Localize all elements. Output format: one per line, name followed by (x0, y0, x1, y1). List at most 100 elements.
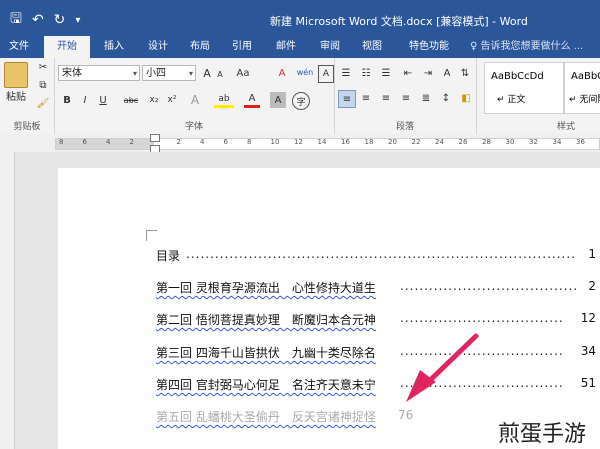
copy-icon[interactable]: ⧉ (36, 78, 50, 92)
ruler-number: 18 (364, 138, 374, 146)
ruler-number: 4 (106, 138, 111, 146)
styles-label: 样式 (556, 122, 575, 132)
tab-features[interactable]: 特色功能 (398, 36, 460, 58)
tab-mailings[interactable]: 邮件 (266, 36, 306, 58)
toc-entry-text: 第二回 悟彻菩提真妙理 断魔归本合元神 (156, 313, 376, 327)
subscript-button[interactable]: x₂ (146, 92, 162, 108)
toc-entry[interactable]: 第四回 官封弼马心何足 名注齐天意未宁 (156, 376, 376, 393)
vertical-ruler[interactable] (0, 152, 15, 449)
tab-design[interactable]: 设计 (138, 36, 178, 58)
toc-page-number: 2 (588, 279, 596, 293)
paste-button[interactable]: 粘贴 (2, 88, 30, 103)
increase-indent-icon[interactable]: ⇥ (420, 66, 436, 80)
annotation-arrow (406, 333, 479, 402)
ruler-number: 22 (411, 138, 421, 146)
tab-home[interactable]: 开始 (44, 36, 90, 58)
chinese-layout-icon[interactable]: A (440, 66, 454, 80)
toc-page-number: 1 (588, 247, 596, 261)
superscript-button[interactable]: x² (164, 92, 180, 108)
quick-access-toolbar: 🖫 ↶ ↻ ▾ (0, 8, 80, 32)
align-right-icon[interactable]: ≡ (378, 90, 394, 106)
styles-group: AaBbCcDd ↵ 正文 AaBbCcDd ↵ 无间隔 样式 (476, 58, 600, 134)
tab-review[interactable]: 审阅 (310, 36, 350, 58)
paragraph-label: 段落 (395, 122, 414, 132)
ruler-number: 10 (270, 138, 280, 146)
ruler-number: 30 (505, 138, 515, 146)
ruler-number: 32 (529, 138, 538, 146)
toc-entry-text: 第四回 官封弼马心何足 名注齐天意未宁 (156, 378, 376, 392)
tab-file[interactable]: 文件 (0, 36, 38, 58)
horizontal-ruler[interactable]: 86422468101214161820222426283032343638 (0, 134, 600, 153)
font-size-combo[interactable]: 小四 ▾ (142, 65, 196, 81)
font-name-value: 宋体 (62, 68, 82, 79)
font-color-button[interactable]: A (244, 92, 260, 108)
ruler-number: 36 (576, 138, 585, 146)
underline-button[interactable]: U (96, 92, 110, 108)
highlight-button[interactable]: ab (214, 92, 234, 108)
char-border-button[interactable]: A (318, 65, 334, 83)
shading-icon[interactable]: ◧ (458, 90, 474, 106)
tell-me-search[interactable]: ♀ 告诉我您想要做什么 ... (470, 36, 583, 58)
ruler-number: 8 (59, 138, 64, 146)
first-line-indent-marker[interactable] (150, 134, 160, 142)
paste-icon[interactable] (4, 62, 28, 88)
justify-icon[interactable]: ≡ (398, 90, 414, 106)
sort-icon[interactable]: ⇅ (458, 66, 472, 80)
tab-layout[interactable]: 布局 (180, 36, 220, 58)
toc-heading[interactable]: 目录 (156, 247, 180, 264)
style-normal[interactable]: AaBbCcDd ↵ 正文 (484, 62, 564, 114)
cut-icon[interactable]: ✂ (36, 60, 50, 74)
save-icon[interactable]: 🖫 (10, 8, 22, 32)
distribute-icon[interactable]: ≣ (418, 90, 434, 106)
undo-icon[interactable]: ↶ (32, 12, 44, 28)
format-painter-icon[interactable]: 🖌 (36, 96, 50, 110)
watermark-logo: 煎蛋手游 (494, 416, 591, 448)
toc-page-number: 76 (398, 408, 414, 422)
change-case-button[interactable]: Aa (232, 65, 254, 81)
tab-insert[interactable]: 插入 (94, 36, 134, 58)
char-shading-button[interactable]: A (270, 92, 286, 108)
align-left-icon[interactable]: ≡ (338, 90, 356, 108)
grow-font-button[interactable]: A (200, 65, 214, 81)
ribbon-tabs: 文件 开始 插入 设计 布局 引用 邮件 审阅 视图 特色功能 ♀ 告诉我您想要… (0, 36, 600, 58)
shrink-font-button[interactable]: A (214, 67, 226, 81)
ruler-number: 28 (482, 138, 491, 146)
ruler-margin (56, 139, 154, 149)
style-no-spacing[interactable]: AaBbCcDd ↵ 无间隔 (564, 62, 600, 114)
customize-icon[interactable]: ▾ (75, 15, 80, 26)
tab-references[interactable]: 引用 (222, 36, 262, 58)
bold-button[interactable]: B (60, 92, 74, 108)
bullets-icon[interactable]: ☰ (338, 66, 354, 80)
style-normal-preview: AaBbCcDd (491, 71, 544, 82)
ruler-number: 8 (247, 138, 252, 146)
redo-icon[interactable]: ↻ (54, 12, 66, 28)
enclose-char-button[interactable]: 字 (292, 92, 310, 110)
toc-entry[interactable]: 第五回 乱蟠桃大圣偷丹 反天宫诸神捉怪 (156, 408, 376, 425)
toc-entry[interactable]: 第三回 四海千山皆拱伏 九幽十类尽除名 (156, 344, 376, 361)
font-label: 字体 (184, 122, 203, 132)
ruler-number: 4 (200, 138, 205, 146)
clear-format-button[interactable]: A (274, 65, 290, 81)
line-spacing-icon[interactable]: ↕ (438, 90, 454, 106)
clipboard-group: 粘贴 ✂ ⧉ 🖌 剪贴板 (0, 58, 55, 134)
font-size-value: 小四 (146, 68, 166, 79)
numbering-icon[interactable]: ☷ (358, 66, 374, 80)
toc-entry[interactable]: 第二回 悟彻菩提真妙理 断魔归本合元神 (156, 311, 376, 328)
tab-view[interactable]: 视图 (352, 36, 392, 58)
phonetic-guide-button[interactable]: wén (294, 63, 316, 81)
clipboard-label: 剪贴板 (13, 122, 41, 132)
toc-page-number: 51 (580, 376, 596, 390)
align-center-icon[interactable]: ≡ (358, 90, 374, 106)
ruler-number: 12 (294, 138, 303, 146)
italic-button[interactable]: I (78, 92, 92, 108)
document-page[interactable] (58, 168, 600, 449)
toc-leader-dots: ........................................… (400, 311, 562, 325)
strikethrough-button[interactable]: abc (120, 92, 142, 108)
chevron-down-icon: ▾ (132, 69, 137, 78)
text-effects-button[interactable]: A (186, 92, 204, 108)
multilevel-list-icon[interactable]: ☰ (378, 66, 394, 80)
decrease-indent-icon[interactable]: ⇤ (400, 66, 416, 80)
style-no-spacing-preview: AaBbCcDd (571, 71, 600, 82)
toc-entry[interactable]: 第一回 灵根育孕源流出 心性修持大道生 (156, 279, 376, 296)
font-name-combo[interactable]: 宋体 ▾ (58, 65, 140, 81)
